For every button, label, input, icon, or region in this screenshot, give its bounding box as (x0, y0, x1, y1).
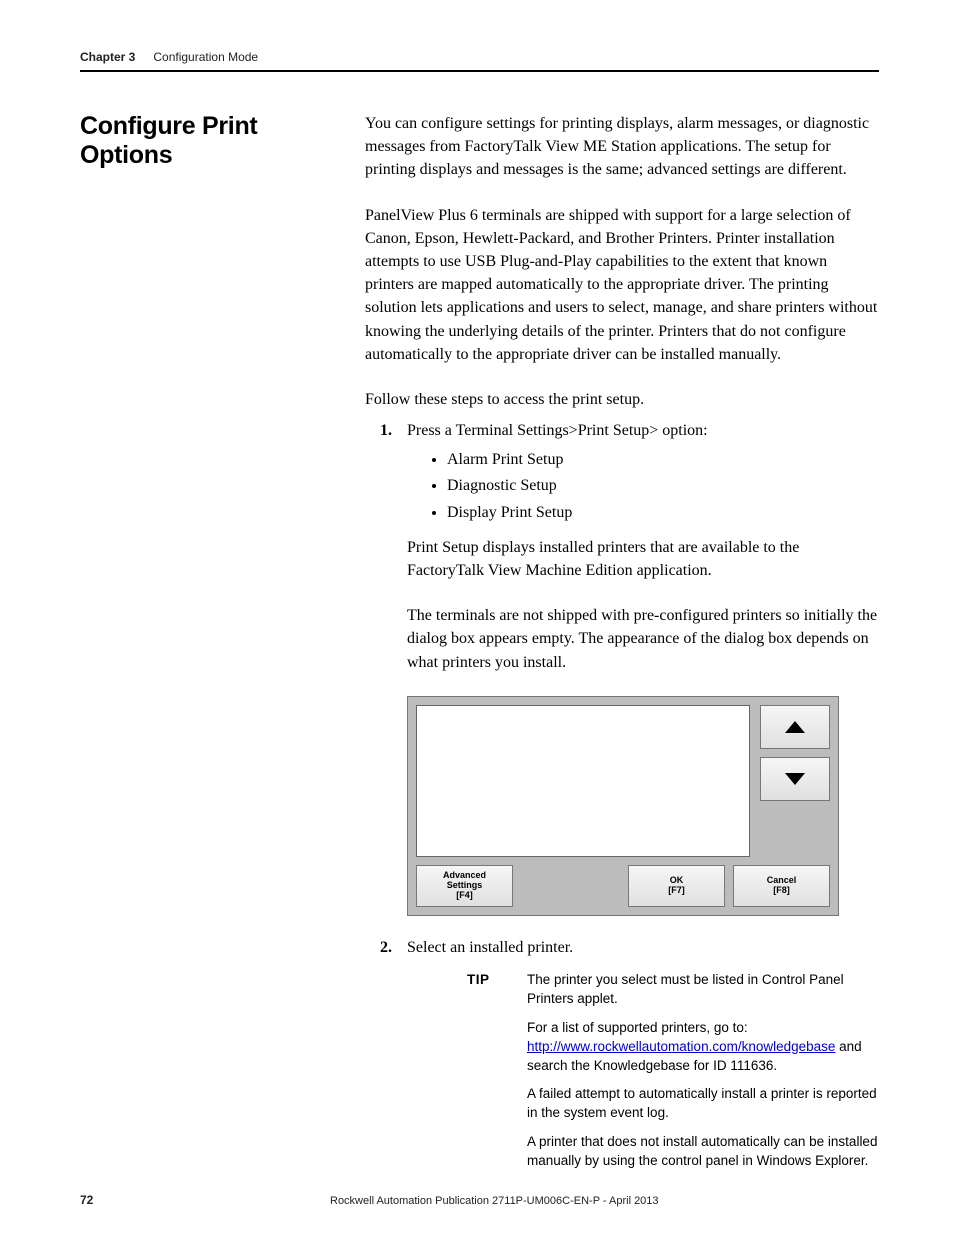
section-heading: Configure Print Options (80, 112, 335, 170)
step-1-after-1: Print Setup displays installed printers … (407, 536, 879, 582)
cancel-button[interactable]: Cancel [F8] (733, 865, 830, 907)
tip-line-2a: For a list of supported printers, go to: (527, 1020, 748, 1035)
knowledgebase-link[interactable]: http://www.rockwellautomation.com/knowle… (527, 1039, 835, 1054)
publication-id: Rockwell Automation Publication 2711P-UM… (330, 1195, 879, 1207)
bullet-alarm: Alarm Print Setup (447, 448, 879, 471)
intro-paragraph-1: You can configure settings for printing … (365, 112, 879, 182)
bullet-diagnostic: Diagnostic Setup (447, 474, 879, 497)
page-number: 72 (80, 1193, 330, 1207)
body-column: You can configure settings for printing … (365, 112, 879, 1181)
printer-listbox[interactable] (416, 705, 750, 857)
advanced-settings-button[interactable]: Advanced Settings [F4] (416, 865, 513, 907)
header-chapter: Chapter 3 (80, 50, 135, 64)
scroll-up-button[interactable] (760, 705, 830, 749)
bullet-display: Display Print Setup (447, 501, 879, 524)
step-2-text: Select an installed printer. (407, 936, 879, 959)
tip-line-1: The printer you select must be listed in… (527, 971, 879, 1009)
intro-paragraph-2: PanelView Plus 6 terminals are shipped w… (365, 204, 879, 366)
intro-paragraph-3: Follow these steps to access the print s… (365, 388, 879, 411)
scroll-down-button[interactable] (760, 757, 830, 801)
step-1-text: Press a Terminal Settings>Print Setup> o… (407, 419, 879, 442)
step-2-marker: 2. (380, 936, 392, 959)
page-footer: 72 Rockwell Automation Publication 2711P… (80, 1193, 879, 1207)
step-1: 1. Press a Terminal Settings>Print Setup… (365, 419, 879, 916)
tip-line-2: For a list of supported printers, go to:… (527, 1019, 879, 1076)
tip-label: TIP (467, 971, 497, 1181)
triangle-up-icon (785, 721, 805, 733)
tip-line-4: A printer that does not install automati… (527, 1133, 879, 1171)
running-header: Chapter 3 Configuration Mode (80, 50, 879, 72)
print-setup-dialog: Advanced Settings [F4] OK [F7] Cancel [F… (407, 696, 839, 916)
tip-block: TIP The printer you select must be liste… (407, 971, 879, 1181)
step-1-after-2: The terminals are not shipped with pre-c… (407, 604, 879, 674)
header-title: Configuration Mode (153, 50, 258, 64)
ok-button[interactable]: OK [F7] (628, 865, 725, 907)
triangle-down-icon (785, 773, 805, 785)
step-2: 2. Select an installed printer. TIP The … (365, 936, 879, 1181)
tip-line-3: A failed attempt to automatically instal… (527, 1085, 879, 1123)
step-1-marker: 1. (380, 419, 392, 442)
